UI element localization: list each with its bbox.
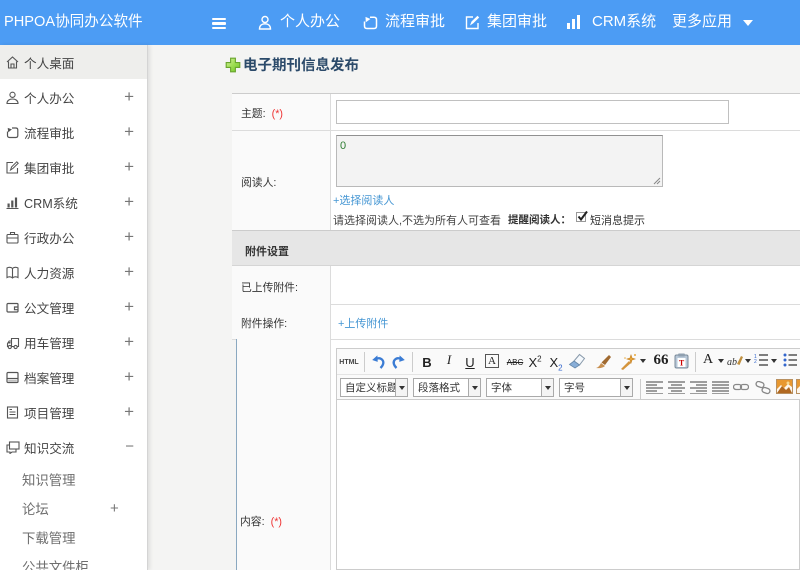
svg-text:T: T xyxy=(679,359,685,368)
svg-text:2: 2 xyxy=(754,358,757,365)
svg-text:ab: ab xyxy=(727,357,737,368)
